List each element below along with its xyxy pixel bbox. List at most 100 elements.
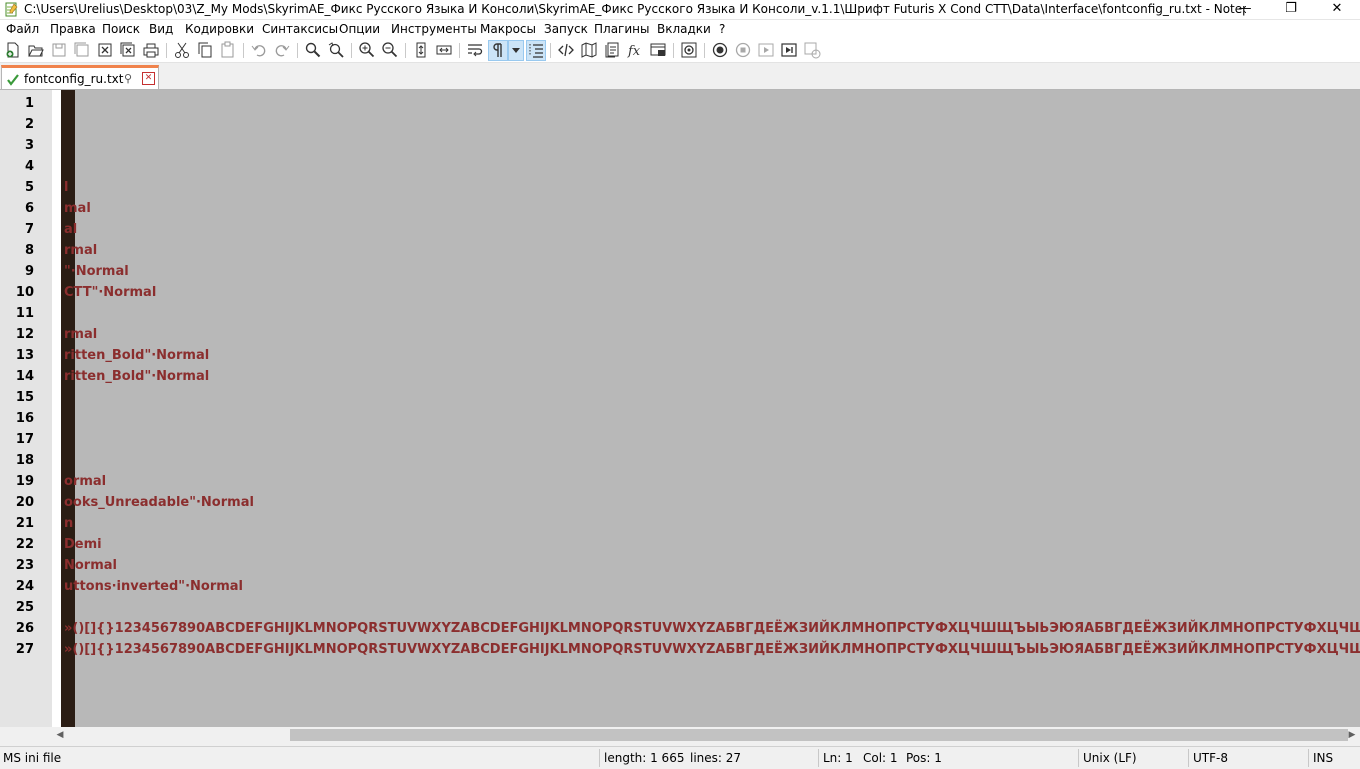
line-number: 16 (15, 411, 34, 426)
menu-plugins[interactable]: Плагины (594, 21, 649, 38)
zoom-in-icon[interactable] (358, 41, 376, 59)
status-position: Pos: 1 (906, 751, 942, 765)
code-line[interactable]: ritten_Bold"·Normal (64, 345, 209, 366)
play-macro-icon[interactable] (757, 41, 775, 59)
code-line[interactable]: rmal (64, 324, 97, 345)
line-number: 10 (15, 285, 34, 300)
chevron-down-icon[interactable] (508, 40, 524, 61)
horizontal-scrollbar[interactable]: ◀ ▶ (52, 727, 1360, 743)
pin-icon[interactable]: ⚲ (124, 71, 132, 87)
menu-window[interactable]: Вкладки (657, 21, 711, 38)
find-icon[interactable] (304, 41, 322, 59)
menu-language[interactable]: Синтаксисы (262, 21, 338, 38)
status-lines: lines: 27 (690, 751, 742, 765)
menu-settings[interactable]: Опции (339, 21, 380, 38)
code-line[interactable]: rmal (64, 240, 97, 261)
redo-icon[interactable] (273, 41, 291, 59)
code-line[interactable]: ritten_Bold"·Normal (64, 366, 209, 387)
code-line[interactable]: uttons·inverted"·Normal (64, 576, 243, 597)
save-icon[interactable] (50, 41, 68, 59)
toolbar-separator (550, 43, 551, 58)
sync-vertical-icon[interactable] (412, 41, 430, 59)
save-macro-icon[interactable] (803, 41, 821, 59)
code-line[interactable]: Normal (64, 555, 117, 576)
menu-encoding[interactable]: Кодировки (185, 21, 254, 38)
stop-macro-icon[interactable] (734, 41, 752, 59)
code-line[interactable]: ooks_Unreadable"·Normal (64, 492, 254, 513)
minimize-button[interactable]: — (1222, 0, 1268, 19)
status-insert-mode: INS (1313, 751, 1334, 765)
line-number: 8 (24, 243, 34, 258)
scroll-left-icon[interactable]: ◀ (52, 727, 68, 743)
line-number: 22 (15, 537, 34, 552)
toolbar-separator (297, 43, 298, 58)
menu-help[interactable]: ? (719, 21, 725, 38)
toolbar-separator (459, 43, 460, 58)
xml-tag-icon[interactable] (557, 41, 575, 59)
document-map-icon[interactable] (580, 41, 598, 59)
save-all-icon[interactable] (73, 41, 91, 59)
line-number: 9 (24, 264, 34, 279)
line-number: 5 (24, 180, 34, 195)
scrollbar-thumb[interactable] (290, 729, 1348, 741)
word-wrap-icon[interactable] (466, 41, 484, 59)
code-line[interactable]: mal (64, 198, 91, 219)
sync-horizontal-icon[interactable] (435, 41, 453, 59)
menu-search[interactable]: Поиск (102, 21, 140, 38)
code-line[interactable]: »()[]{}1234567890ABCDEFGHIJKLMNOPQRSTUVW… (64, 639, 1360, 660)
menu-view[interactable]: Вид (149, 21, 173, 38)
status-separator (1308, 749, 1309, 767)
document-list-icon[interactable] (603, 41, 621, 59)
code-line[interactable]: n (64, 513, 73, 534)
indent-guide-icon[interactable] (526, 40, 546, 61)
open-file-icon[interactable] (27, 41, 45, 59)
print-icon[interactable] (142, 41, 160, 59)
zoom-out-icon[interactable] (381, 41, 399, 59)
status-line-number: Ln: 1 (823, 751, 853, 765)
menu-macro[interactable]: Макросы (480, 21, 536, 38)
close-all-icon[interactable] (119, 41, 137, 59)
fold-margin[interactable] (52, 90, 61, 727)
menu-tools[interactable]: Инструменты (391, 21, 477, 38)
close-window-button[interactable]: ✕ (1314, 0, 1360, 19)
editor[interactable]: 1 2 3 4 5 6 7 8 9 10 11 12 13 14 15 16 17 18 19 20 21 22 23 24 2… (0, 90, 1360, 727)
status-separator (1078, 749, 1079, 767)
code-line[interactable]: al (64, 219, 77, 240)
code-line[interactable]: Demi (64, 534, 102, 555)
menu-run[interactable]: Запуск (544, 21, 588, 38)
line-number-gutter: 1 2 3 4 5 6 7 8 9 10 11 12 13 14 15 16 17 18 19 20 21 22 23 24 2… (0, 90, 52, 727)
record-macro-icon[interactable] (711, 41, 729, 59)
cut-icon[interactable] (173, 41, 191, 59)
show-all-characters-icon[interactable] (488, 40, 508, 61)
code-line[interactable]: »()[]{}1234567890ABCDEFGHIJKLMNOPQRSTUVW… (64, 618, 1360, 639)
monitoring-icon[interactable] (680, 41, 698, 59)
code-line[interactable]: l (64, 177, 68, 198)
maximize-button[interactable]: ❐ (1268, 0, 1314, 19)
close-file-icon[interactable] (96, 41, 114, 59)
new-file-icon[interactable] (4, 41, 22, 59)
tab-bar: fontconfig_ru.txt ⚲ ✕ (0, 63, 1360, 90)
code-line[interactable]: CTT"·Normal (64, 282, 156, 303)
run-macro-multiple-icon[interactable] (780, 41, 798, 59)
line-number: 3 (24, 138, 34, 153)
notepad-plus-plus-icon (4, 2, 19, 17)
line-number: 26 (15, 621, 34, 636)
line-number: 24 (15, 579, 34, 594)
tab-fontconfig-ru[interactable]: fontconfig_ru.txt ⚲ ✕ (1, 65, 159, 89)
toolbar-separator (351, 43, 352, 58)
menu-file[interactable]: Файл (6, 21, 39, 38)
function-list-icon[interactable]: fx (626, 41, 644, 59)
line-number: 20 (15, 495, 34, 510)
paste-icon[interactable] (219, 41, 237, 59)
folder-as-workspace-icon[interactable] (649, 41, 667, 59)
undo-icon[interactable] (250, 41, 268, 59)
scroll-right-icon[interactable]: ▶ (1344, 727, 1360, 743)
copy-icon[interactable] (196, 41, 214, 59)
close-tab-icon[interactable]: ✕ (142, 72, 155, 85)
code-line[interactable]: "·Normal (64, 261, 129, 282)
menu-edit[interactable]: Правка (50, 21, 96, 38)
replace-icon[interactable] (327, 41, 345, 59)
title-bar: C:\Users\Urelius\Desktop\03\Z_My Mods\Sk… (0, 0, 1360, 20)
code-line[interactable]: ormal (64, 471, 106, 492)
line-number: 23 (15, 558, 34, 573)
